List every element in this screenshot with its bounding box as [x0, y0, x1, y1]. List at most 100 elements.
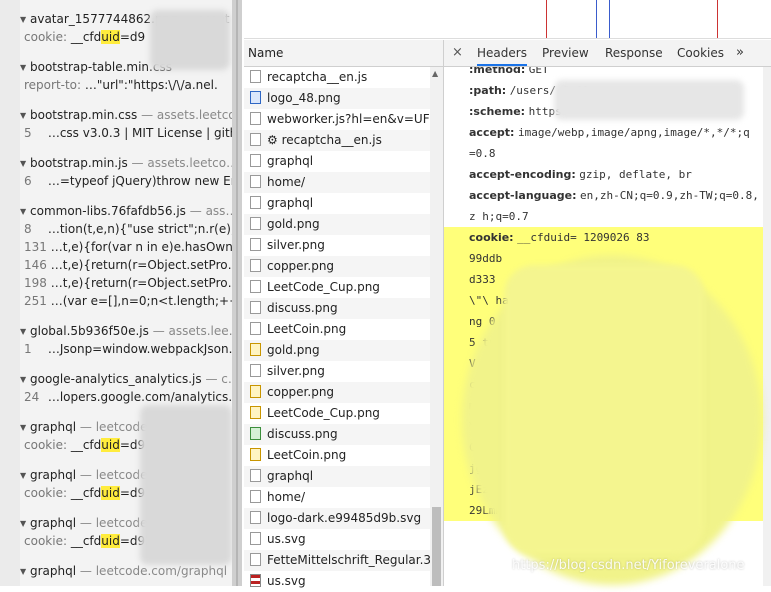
- search-result-file[interactable]: ▼bootstrap.min.css — assets.leetco…: [20, 106, 232, 124]
- request-row[interactable]: ⚙ recaptcha__en.js: [244, 130, 430, 151]
- file-icon: [250, 217, 261, 230]
- expand-triangle-icon[interactable]: ▼: [20, 515, 30, 533]
- request-row[interactable]: silver.png: [244, 235, 430, 256]
- search-result-line[interactable]: 146 …t,e){return(r=Object.setPro…: [20, 256, 232, 274]
- file-icon: [250, 469, 261, 482]
- request-row[interactable]: recaptcha__en.js: [244, 67, 430, 88]
- result-line-number: 131: [24, 240, 47, 254]
- request-row[interactable]: LeetCode_Cup.png: [244, 403, 430, 424]
- image-file-icon: [250, 343, 261, 356]
- request-row[interactable]: gold.png: [244, 340, 430, 361]
- result-line-number: report-to:: [24, 78, 82, 92]
- file-icon: [250, 259, 261, 272]
- request-row[interactable]: copper.png: [244, 256, 430, 277]
- file-icon: [250, 154, 261, 167]
- request-row[interactable]: graphql: [244, 193, 430, 214]
- file-icon: [250, 238, 261, 251]
- request-row[interactable]: graphql: [244, 151, 430, 172]
- request-row[interactable]: home/: [244, 172, 430, 193]
- redacted-region: [554, 80, 744, 120]
- request-row[interactable]: home/: [244, 487, 430, 508]
- expand-triangle-icon[interactable]: ▼: [20, 371, 30, 389]
- result-line-number: 198: [24, 276, 47, 290]
- request-row[interactable]: webworker.js?hl=en&v=UFwv…: [244, 109, 430, 130]
- request-row[interactable]: us.svg: [244, 571, 430, 592]
- request-row[interactable]: discuss.png: [244, 424, 430, 445]
- image-file-icon: [250, 448, 261, 461]
- search-gutter: [0, 0, 20, 586]
- request-row[interactable]: LeetCoin.png: [244, 445, 430, 466]
- search-result-file[interactable]: ▼google-analytics_analytics.js — c…: [20, 370, 232, 388]
- expand-triangle-icon[interactable]: ▼: [20, 467, 30, 485]
- tab-preview[interactable]: Preview: [542, 40, 589, 66]
- expand-triangle-icon[interactable]: ▼: [20, 11, 30, 29]
- file-icon: [250, 70, 261, 83]
- expand-triangle-icon[interactable]: ▼: [20, 107, 30, 125]
- result-match-highlight: uid: [101, 534, 120, 548]
- file-icon: [250, 322, 261, 335]
- expand-triangle-icon[interactable]: ▼: [20, 563, 30, 581]
- header-value: gzip, deflate, br: [579, 168, 692, 181]
- request-row[interactable]: copper.png: [244, 382, 430, 403]
- tab-headers[interactable]: Headers: [477, 40, 527, 66]
- panel-splitter-grip[interactable]: [236, 0, 238, 586]
- redacted-region: [150, 10, 230, 70]
- result-line-number: 1: [24, 342, 32, 356]
- request-row[interactable]: logo_48.png: [244, 88, 430, 109]
- result-line-text: …t,e){for(var n in e)e.hasOwn…: [50, 240, 232, 254]
- request-row[interactable]: logo-dark.e99485d9b.svg: [244, 508, 430, 529]
- search-result-file[interactable]: ▼common-libs.76fafdb56.js — ass…: [20, 202, 232, 220]
- name-column-header[interactable]: Name: [244, 40, 443, 67]
- result-line-number: cookie:: [24, 486, 67, 500]
- request-row[interactable]: FetteMittelschrift_Regular.3…: [244, 550, 430, 571]
- result-line-number: 24: [24, 390, 40, 404]
- request-row[interactable]: discuss.png: [244, 298, 430, 319]
- scroll-up-icon[interactable]: ▲: [432, 69, 438, 78]
- details-scrollbar[interactable]: [763, 67, 771, 586]
- tab-cookies[interactable]: Cookies: [677, 40, 724, 66]
- search-result-file[interactable]: ▼ bootstrap.min.js — assets.leetco…: [20, 154, 232, 172]
- expand-triangle-icon[interactable]: ▼: [20, 323, 30, 341]
- expand-triangle-icon[interactable]: ▼: [20, 59, 30, 77]
- header-name: :method:: [469, 67, 526, 76]
- search-result-file[interactable]: ▼ global.5b936f50e.js — assets.lee…: [20, 322, 232, 340]
- result-file-domain: — assets.leetco…: [141, 108, 232, 122]
- tab-response[interactable]: Response: [605, 40, 663, 66]
- request-name: FetteMittelschrift_Regular.3…: [267, 553, 430, 567]
- request-row[interactable]: LeetCoin.png: [244, 319, 430, 340]
- request-row[interactable]: us.svg: [244, 529, 430, 550]
- scrollbar-thumb[interactable]: [432, 507, 441, 586]
- timeline-marker: [546, 0, 547, 38]
- search-result-line[interactable]: report-to: …"url":"https:\/\/a.nel.: [20, 76, 232, 94]
- request-list-scrollbar[interactable]: ▲: [430, 67, 443, 586]
- request-row[interactable]: LeetCode_Cup.png: [244, 277, 430, 298]
- more-tabs-icon[interactable]: »: [736, 40, 744, 66]
- search-result-line[interactable]: 24 …lopers.google.com/analytics…: [20, 388, 232, 406]
- search-result-line[interactable]: 251 …(var e=[],n=0;n<t.length;++…: [20, 292, 232, 310]
- result-file-name: common-libs.76fafdb56.js: [30, 204, 186, 218]
- request-name: logo_48.png: [267, 91, 341, 105]
- result-line-text: __cfd: [70, 30, 102, 44]
- search-result-line[interactable]: 1 …Jsonp=window.webpackJson…: [20, 340, 232, 358]
- result-file-name: bootstrap.min.js: [30, 156, 128, 170]
- request-row[interactable]: graphql: [244, 466, 430, 487]
- request-name: discuss.png: [267, 427, 338, 441]
- network-timeline[interactable]: [244, 0, 771, 39]
- search-result-line[interactable]: 6 …=typeof jQuery)throw new Er…: [20, 172, 232, 190]
- search-result-line[interactable]: 5 …css v3.0.3 | MIT License | gith…: [20, 124, 232, 142]
- result-line-number: 6: [24, 174, 32, 188]
- file-icon: [250, 112, 261, 125]
- result-match-highlight: uid: [101, 486, 120, 500]
- expand-triangle-icon[interactable]: ▼: [20, 155, 30, 173]
- expand-triangle-icon[interactable]: ▼: [20, 419, 30, 437]
- search-result-line[interactable]: 131 …t,e){for(var n in e)e.hasOwn…: [20, 238, 232, 256]
- header-name: :path:: [469, 84, 507, 97]
- request-row[interactable]: silver.png: [244, 361, 430, 382]
- search-result-line[interactable]: 8 …tion(t,e,n){"use strict";n.r(e),n…: [20, 220, 232, 238]
- expand-triangle-icon[interactable]: ▼: [20, 203, 30, 221]
- request-row[interactable]: gold.png: [244, 214, 430, 235]
- close-icon[interactable]: ×: [452, 40, 463, 66]
- search-result-group: ▼bootstrap.min.css — assets.leetco…5 …cs…: [20, 106, 232, 142]
- search-result-group: ▼ global.5b936f50e.js — assets.lee… 1 …Jso…: [20, 322, 232, 358]
- search-result-line[interactable]: 198 …t,e){return(r=Object.setPro…: [20, 274, 232, 292]
